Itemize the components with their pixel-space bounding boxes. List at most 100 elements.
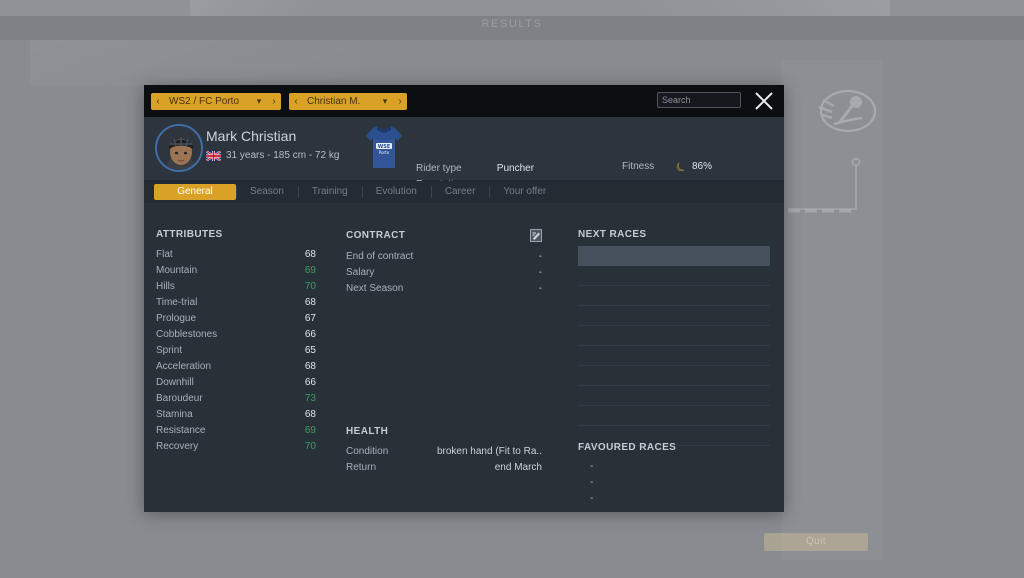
favoured-races-section: FAVOURED RACES - - - — [578, 442, 770, 507]
attribute-value: 69 — [304, 425, 316, 436]
attribute-name: Mountain — [156, 265, 198, 276]
next-race-row[interactable] — [578, 366, 770, 386]
background-side-panel — [782, 60, 882, 560]
fitness-indicator: Fitness ☾ 86% — [622, 157, 712, 176]
attribute-name: Baroudeur — [156, 393, 203, 404]
search-input[interactable] — [657, 92, 741, 108]
attribute-name: Hills — [156, 281, 175, 292]
quit-button[interactable]: Quit — [764, 533, 868, 551]
attribute-name: Sprint — [156, 345, 183, 356]
attribute-name: Cobblestones — [156, 329, 218, 340]
rider-dropdown-chevron-down-icon[interactable]: ▾ — [377, 93, 393, 110]
favoured-races-title: FAVOURED RACES — [578, 442, 677, 453]
attribute-row: Baroudeur 73 — [156, 391, 316, 407]
next-race-row[interactable] — [578, 286, 770, 306]
tab-season[interactable]: Season — [236, 184, 298, 200]
contract-label: End of contract — [346, 251, 414, 262]
attribute-name: Recovery — [156, 441, 199, 452]
stat-value: Puncher — [496, 163, 535, 174]
attribute-row: Time-trial 68 — [156, 295, 316, 311]
attribute-row: Downhill 66 — [156, 375, 316, 391]
contract-row: Salary - — [346, 265, 542, 281]
next-race-row[interactable] — [578, 266, 770, 286]
attribute-name: Flat — [156, 249, 173, 260]
attribute-row: Stamina 68 — [156, 407, 316, 423]
attribute-name: Stamina — [156, 409, 193, 420]
fitness-label: Fitness — [622, 161, 655, 172]
favoured-race-row: - — [590, 477, 594, 488]
tab-training[interactable]: Training — [297, 184, 362, 200]
health-title: HEALTH — [346, 426, 389, 437]
attribute-row: Hills 70 — [156, 279, 316, 295]
rider-prev-icon[interactable]: ‹ — [289, 93, 303, 110]
attribute-name: Prologue — [156, 313, 197, 324]
tab-your-offer[interactable]: Your offer — [489, 184, 560, 200]
contract-value: - — [538, 251, 542, 262]
background-wedge-right — [640, 0, 890, 16]
next-race-row[interactable] — [578, 246, 770, 266]
contract-section: CONTRACT End of contract - Salary - Next… — [346, 229, 542, 297]
attribute-row: Prologue 67 — [156, 311, 316, 327]
next-race-row[interactable] — [578, 346, 770, 366]
svg-text:Porto: Porto — [379, 150, 390, 155]
attribute-row: Recovery 70 — [156, 439, 316, 455]
stat-row: Rider type Puncher — [416, 161, 534, 177]
attribute-value: 69 — [304, 265, 316, 276]
attribute-name: Resistance — [156, 425, 206, 436]
contract-value: - — [538, 283, 542, 294]
attribute-row: Flat 68 — [156, 247, 316, 263]
rider-next-icon[interactable]: › — [393, 93, 407, 110]
health-value: end March — [494, 462, 542, 473]
next-race-row[interactable] — [578, 326, 770, 346]
rider-name: Mark Christian — [206, 128, 297, 144]
attribute-row: Acceleration 68 — [156, 359, 316, 375]
attribute-value: 73 — [304, 393, 316, 404]
modal-body: ATTRIBUTES Flat 68 Mountain 69 Hills 70 … — [144, 203, 784, 512]
tab-general[interactable]: General — [154, 184, 236, 200]
stat-label: Rider type — [416, 163, 462, 174]
close-icon[interactable] — [752, 89, 776, 113]
tab-evolution[interactable]: Evolution — [361, 184, 431, 200]
next-race-row[interactable] — [578, 386, 770, 406]
attribute-name: Downhill — [156, 377, 194, 388]
background-wedge-left — [190, 0, 310, 16]
attributes-title: ATTRIBUTES — [156, 229, 223, 240]
team-next-icon[interactable]: › — [267, 93, 281, 110]
tab-bar: General Season Training Evolution Career… — [144, 181, 784, 203]
attribute-name: Acceleration — [156, 361, 212, 372]
tab-career[interactable]: Career — [430, 184, 490, 200]
attribute-value: 66 — [304, 377, 316, 388]
rider-profile-modal: ‹ WS2 / FC Porto ▾ › ‹ Christian M. ▾ › — [144, 85, 784, 512]
attribute-name: Time-trial — [156, 297, 198, 308]
team-selector-label: WS2 / FC Porto — [169, 95, 240, 107]
cyclist-emblem-icon — [818, 88, 878, 134]
attribute-value: 68 — [304, 361, 316, 372]
rider-selector-label: Christian M. — [307, 95, 361, 107]
health-label: Condition — [346, 446, 389, 457]
contract-label: Next Season — [346, 283, 404, 294]
team-dropdown-chevron-down-icon[interactable]: ▾ — [251, 93, 267, 110]
moon-icon: ☾ — [673, 157, 691, 176]
rider-header: Mark Christian 31 years - 185 cm - 72 kg — [144, 117, 784, 206]
health-section: HEALTH Condition broken hand (Fit to Ra.… — [346, 426, 542, 476]
background-timeline-graphic — [786, 155, 866, 220]
edit-document-icon[interactable] — [530, 229, 542, 242]
attribute-value: 68 — [304, 297, 316, 308]
next-race-row[interactable] — [578, 306, 770, 326]
team-prev-icon[interactable]: ‹ — [151, 93, 165, 110]
avatar — [155, 124, 203, 172]
attribute-value: 68 — [304, 249, 316, 260]
next-race-row[interactable] — [578, 406, 770, 426]
team-selector-pill[interactable]: ‹ WS2 / FC Porto ▾ › — [151, 92, 281, 110]
attribute-row: Mountain 69 — [156, 263, 316, 279]
background-wedge-lower — [30, 40, 360, 85]
rider-selector-pill[interactable]: ‹ Christian M. ▾ › — [289, 92, 407, 110]
attributes-section: ATTRIBUTES Flat 68 Mountain 69 Hills 70 … — [156, 229, 316, 455]
team-jersey-icon: WSE Porto — [364, 123, 404, 171]
game-screen: RESULTS Quit ‹ WS2 / FC Porto ▾ — [0, 0, 1024, 578]
modal-topbar: ‹ WS2 / FC Porto ▾ › ‹ Christian M. ▾ › — [144, 85, 784, 117]
attribute-row: Resistance 69 — [156, 423, 316, 439]
contract-title: CONTRACT — [346, 230, 406, 241]
health-label: Return — [346, 462, 377, 473]
attribute-value: 68 — [304, 409, 316, 420]
